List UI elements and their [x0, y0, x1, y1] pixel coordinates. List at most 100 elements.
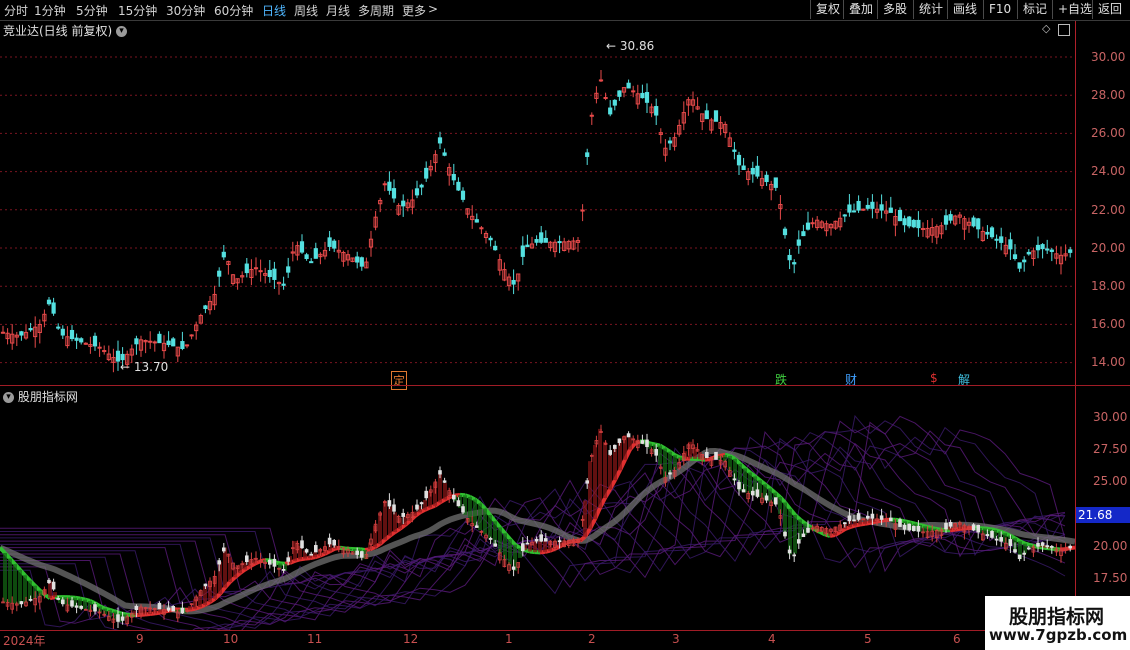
mini-candle-body [847, 515, 852, 522]
tf-60min[interactable]: 60分钟 [214, 2, 253, 19]
tf-daily[interactable]: 日线 [262, 2, 286, 19]
f10-button[interactable]: F10 [983, 0, 1016, 19]
tf-weekly[interactable]: 周线 [294, 2, 318, 19]
x-tick: 4 [768, 632, 776, 646]
mini-candle-body [116, 614, 120, 622]
mini-candle-body [792, 554, 796, 557]
candle-body [543, 237, 548, 243]
candle-body [281, 283, 286, 286]
candle-body [217, 270, 222, 277]
mini-candle-body [51, 581, 56, 590]
tf-5min[interactable]: 5分钟 [76, 2, 108, 19]
mini-candle-body [613, 444, 617, 449]
tf-minute[interactable]: 分时 [4, 2, 28, 19]
chevron-down-icon[interactable]: ▾ [116, 26, 128, 37]
candle-body [842, 214, 847, 217]
tf-more[interactable]: 更多 [402, 2, 426, 19]
candle-body [171, 338, 176, 347]
candle-body [976, 218, 981, 230]
candle-body [654, 106, 659, 116]
mini-candle-body [870, 513, 875, 519]
mini-candle-body [1013, 549, 1017, 553]
indicator-pane-header: ▾ 股朋指标网 [3, 388, 78, 405]
mini-candle-body [1068, 545, 1073, 549]
candle-body [442, 152, 447, 156]
fan-line [0, 445, 1066, 626]
x-tick: 2 [588, 632, 596, 646]
mini-candle-body [28, 598, 33, 601]
chevron-down-icon[interactable]: ▾ [3, 392, 14, 403]
candle-body [644, 92, 650, 103]
tf-monthly[interactable]: 月线 [326, 2, 350, 19]
tf-1min[interactable]: 1分钟 [34, 2, 66, 19]
mini-candle-body [907, 523, 911, 531]
tf-15min[interactable]: 15分钟 [118, 2, 157, 19]
current-value-badge: 21.68 [1076, 507, 1130, 523]
mini-candle-body [451, 494, 456, 500]
x-tick: 11 [307, 632, 323, 646]
candle-body [258, 270, 263, 273]
tf-30min[interactable]: 30分钟 [166, 2, 205, 19]
candle-body [534, 239, 539, 243]
mini-candle-body [999, 537, 1003, 542]
y-tick: 25.00 [1093, 474, 1128, 488]
mini-candle-body [1050, 545, 1054, 548]
mini-candle-body [244, 555, 249, 563]
mini-candle-body [645, 439, 649, 448]
x-tick: 2024年 [3, 634, 46, 648]
candle-body [520, 245, 525, 257]
mini-candle-body [166, 607, 171, 611]
mini-candle-body [221, 547, 226, 552]
mini-candle-body [47, 579, 51, 584]
candle-body [1026, 251, 1031, 255]
event-marker[interactable]: $ [929, 371, 939, 385]
statistics-button[interactable]: 统计 [913, 0, 948, 19]
mini-candle-body [755, 489, 760, 497]
pane-divider[interactable] [0, 385, 1130, 386]
candle-body [856, 200, 861, 211]
y-tick: 24.00 [1091, 164, 1126, 178]
overlay-button[interactable]: 叠加 [843, 0, 878, 19]
mini-candle-body [70, 600, 74, 607]
candle-body [888, 207, 893, 213]
fan-line [0, 420, 1066, 609]
candle-body [598, 79, 604, 82]
candle-body [304, 254, 309, 260]
draw-line-button[interactable]: 画线 [947, 0, 982, 19]
mini-candle-body [732, 478, 737, 481]
window-toggle-icon[interactable] [1058, 24, 1070, 36]
multi-stock-button[interactable]: 多股 [877, 0, 912, 19]
y-tick: 17.50 [1093, 571, 1128, 585]
add-watchlist-button[interactable]: +自选 [1052, 0, 1097, 19]
mini-candle-body [626, 433, 631, 438]
candle-body [359, 257, 364, 267]
diamond-icon[interactable]: ◇ [1042, 22, 1050, 35]
mini-candle-body [93, 604, 97, 612]
adjust-button[interactable]: 复权 [810, 0, 845, 19]
candle-body [557, 241, 562, 244]
candle-body [948, 214, 953, 221]
y-tick: 20.00 [1091, 241, 1126, 255]
x-tick: 12 [403, 632, 419, 646]
y-tick: 18.00 [1091, 279, 1126, 293]
candle-body [479, 227, 484, 230]
y-tick: 30.00 [1091, 50, 1126, 64]
y-tick: 30.00 [1093, 410, 1128, 424]
mark-button[interactable]: 标记 [1017, 0, 1052, 19]
fan-line [0, 436, 1066, 625]
mini-candle-body [493, 543, 497, 547]
x-tick: 1 [505, 632, 513, 646]
candle-body [272, 268, 277, 280]
candle-body [608, 107, 613, 115]
fast-ribbon [284, 560, 291, 566]
candle-body [525, 244, 530, 248]
mini-candle-body [281, 569, 286, 571]
back-button[interactable]: 返回 [1092, 0, 1127, 19]
tf-multi-period[interactable]: 多周期 [358, 2, 394, 19]
candlestick-chart[interactable]: ← 30.86 ← 13.70 [0, 21, 1075, 385]
mini-candle-body [654, 449, 658, 456]
mini-candle-body [286, 557, 290, 562]
candle-body [134, 338, 139, 345]
indicator-chart[interactable] [0, 387, 1075, 630]
candle-body [0, 331, 6, 334]
